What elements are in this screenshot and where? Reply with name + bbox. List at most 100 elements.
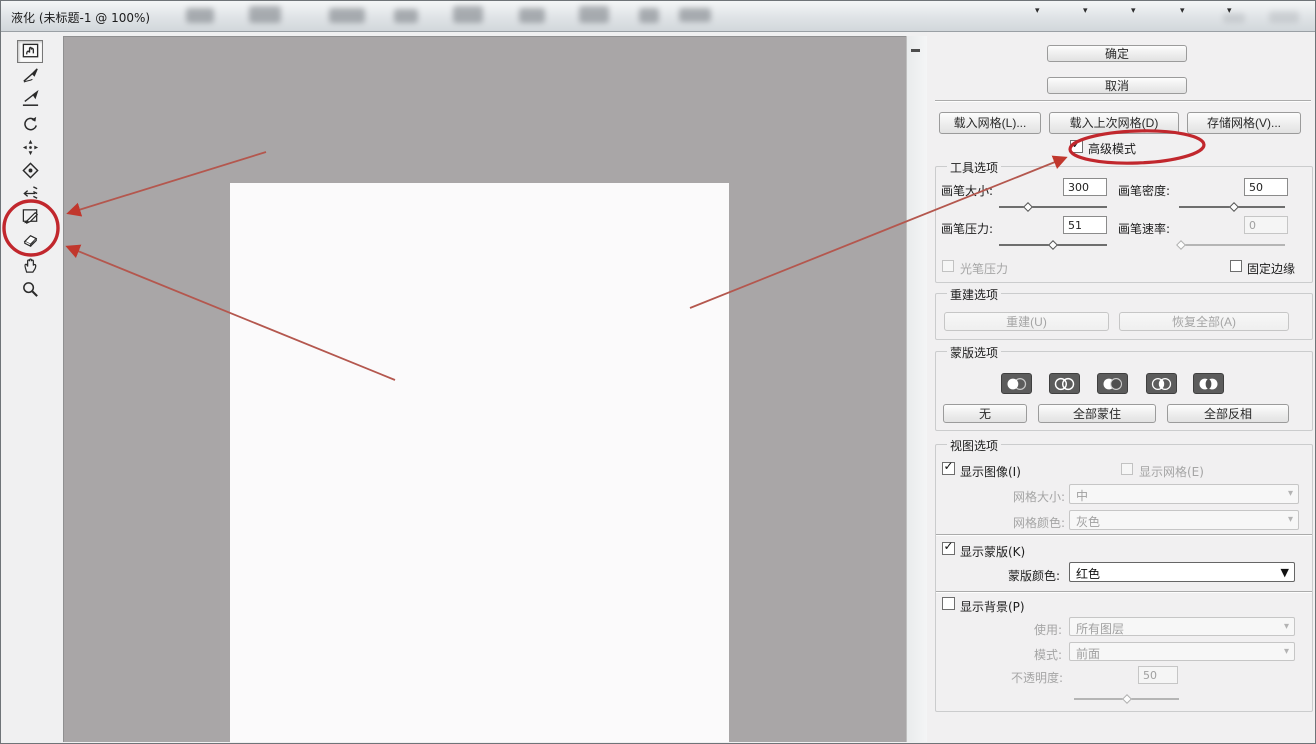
brush-pressure-input[interactable]: 51 <box>1063 216 1107 234</box>
show-mesh-checkbox: ✓ <box>1121 463 1133 475</box>
smooth-icon[interactable] <box>17 88 43 111</box>
check-icon: ✓ <box>943 539 953 553</box>
mesh-size-label: 网格大小: <box>1013 488 1065 505</box>
show-image-checkbox[interactable]: ✓ <box>942 462 955 475</box>
mask-all-button[interactable]: 全部蒙住 <box>1038 404 1156 423</box>
add-to-selection-icon[interactable] <box>1049 373 1080 394</box>
separator <box>936 591 1312 592</box>
twirl-clockwise-icon[interactable] <box>17 112 43 135</box>
advanced-mode-label: 高级模式 <box>1088 140 1136 157</box>
check-icon: ✓ <box>1071 137 1081 151</box>
chevron-down-icon: ▾ <box>1284 621 1289 632</box>
canvas-area[interactable] <box>63 36 906 742</box>
blurred-watermark <box>394 9 418 23</box>
forward-warp-icon[interactable] <box>17 40 43 63</box>
blurred-watermark <box>679 8 711 22</box>
blurred-watermark <box>186 8 214 23</box>
blurred-watermark <box>639 8 659 23</box>
mode-label: 模式: <box>1034 646 1062 663</box>
thaw-mask-icon[interactable] <box>17 228 43 251</box>
brush-pressure-slider[interactable] <box>999 239 1107 251</box>
opacity-slider <box>1074 693 1179 705</box>
tool-options-title: 工具选项 <box>947 159 1001 176</box>
subtract-from-selection-icon[interactable] <box>1097 373 1128 394</box>
show-mask-label: 显示蒙版(K) <box>960 543 1025 560</box>
window-title: 液化 (未标题-1 @ 100%) <box>11 9 150 26</box>
dropdown-arrow-icon[interactable]: ▾ <box>1083 6 1088 16</box>
mode-dropdown: 前面▾ <box>1069 642 1295 661</box>
scrollbar-gripper <box>911 49 920 52</box>
show-backdrop-checkbox[interactable]: ✓ <box>942 597 955 610</box>
mesh-color-label: 网格颜色: <box>1013 514 1065 531</box>
brush-pressure-label: 画笔压力: <box>941 220 993 237</box>
brush-rate-slider <box>1179 239 1285 251</box>
blurred-watermark <box>519 8 545 23</box>
show-mask-checkbox[interactable]: ✓ <box>942 542 955 555</box>
brush-rate-input: 0 <box>1244 216 1288 234</box>
opacity-label: 不透明度: <box>1011 669 1063 686</box>
reconstruct-options-title: 重建选项 <box>947 286 1001 303</box>
mesh-color-dropdown: 灰色▾ <box>1069 510 1299 530</box>
hand-icon[interactable] <box>17 254 43 277</box>
restore-all-button: 恢复全部(A) <box>1119 312 1289 331</box>
liquify-toolbar <box>1 32 63 743</box>
pin-edges-label: 固定边缘 <box>1247 260 1295 277</box>
opacity-input: 50 <box>1138 666 1178 684</box>
bloat-icon[interactable] <box>17 159 43 182</box>
show-mesh-label: 显示网格(E) <box>1139 463 1204 480</box>
stylus-pressure-checkbox: ✓ <box>942 260 954 272</box>
view-options-title: 视图选项 <box>947 437 1001 454</box>
show-image-label: 显示图像(I) <box>960 463 1021 480</box>
ok-button[interactable]: 确定 <box>1047 45 1187 62</box>
canvas-scrollbar[interactable] <box>906 36 927 742</box>
brush-density-input[interactable]: 50 <box>1244 178 1288 196</box>
mask-none-button[interactable]: 无 <box>943 404 1027 423</box>
mask-color-dropdown[interactable]: 红色▼ <box>1069 562 1295 582</box>
brush-size-input[interactable]: 300 <box>1063 178 1107 196</box>
use-label: 使用: <box>1034 621 1062 638</box>
mask-color-label: 蒙版颜色: <box>1008 567 1060 584</box>
brush-size-label: 画笔大小: <box>941 182 993 199</box>
invert-selection-icon[interactable] <box>1193 373 1224 394</box>
brush-density-slider[interactable] <box>1179 201 1285 213</box>
separator <box>936 534 1312 535</box>
chevron-down-icon: ▾ <box>1284 646 1289 657</box>
freeze-mask-icon[interactable] <box>17 205 43 228</box>
invert-all-button[interactable]: 全部反相 <box>1167 404 1289 423</box>
load-last-mesh-button[interactable]: 载入上次网格(D) <box>1049 112 1179 134</box>
reconstruct-button: 重建(U) <box>944 312 1109 331</box>
show-backdrop-label: 显示背景(P) <box>960 598 1025 615</box>
mask-options-title: 蒙版选项 <box>947 344 1001 361</box>
liquify-dialog-window: 液化 (未标题-1 @ 100%) <box>0 0 1316 744</box>
title-bar[interactable]: 液化 (未标题-1 @ 100%) <box>1 1 1315 32</box>
advanced-mode-checkbox[interactable]: ✓ <box>1070 140 1083 153</box>
mesh-size-dropdown: 中▾ <box>1069 484 1299 504</box>
brush-density-label: 画笔密度: <box>1118 182 1170 199</box>
cancel-button[interactable]: 取消 <box>1047 77 1187 94</box>
brush-size-slider[interactable] <box>999 201 1107 213</box>
intersect-with-selection-icon[interactable] <box>1146 373 1177 394</box>
dropdown-arrow-icon[interactable]: ▾ <box>1180 6 1185 16</box>
separator <box>935 100 1311 101</box>
stylus-pressure-label: 光笔压力 <box>960 260 1008 277</box>
blurred-watermark <box>249 6 281 23</box>
check-icon: ✓ <box>943 459 953 473</box>
blurred-watermark <box>579 6 609 23</box>
chevron-down-icon: ▼ <box>1281 566 1289 579</box>
dropdown-arrow-icon[interactable]: ▾ <box>1035 6 1040 16</box>
load-mesh-button[interactable]: 载入网格(L)... <box>939 112 1041 134</box>
zoom-icon[interactable] <box>17 278 43 301</box>
pucker-icon[interactable] <box>17 136 43 159</box>
blurred-watermark <box>329 8 365 23</box>
chevron-down-icon: ▾ <box>1288 488 1293 499</box>
replace-selection-icon[interactable] <box>1001 373 1032 394</box>
dropdown-arrow-icon[interactable]: ▾ <box>1227 6 1232 16</box>
chevron-down-icon: ▾ <box>1288 514 1293 525</box>
blurred-watermark <box>453 6 483 23</box>
save-mesh-button[interactable]: 存储网格(V)... <box>1187 112 1301 134</box>
push-left-icon[interactable] <box>17 182 43 205</box>
document-page[interactable] <box>230 183 729 742</box>
reconstruct-icon[interactable] <box>17 64 43 87</box>
dropdown-arrow-icon[interactable]: ▾ <box>1131 6 1136 16</box>
pin-edges-checkbox[interactable]: ✓ <box>1230 260 1242 272</box>
